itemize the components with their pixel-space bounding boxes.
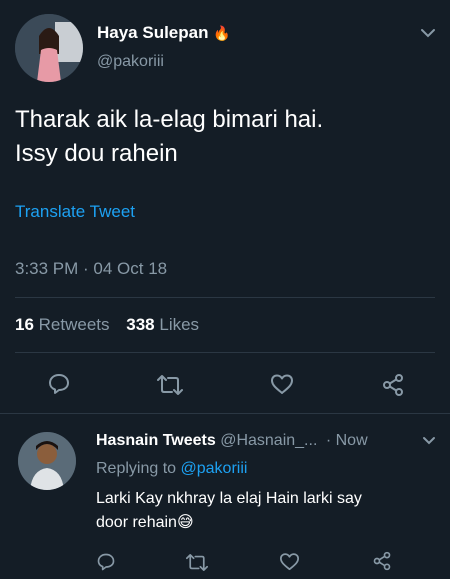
retweets-stat[interactable]: 16 Retweets — [15, 315, 114, 334]
reply-text: Larki Kay nkhray la elaj Hain larki say … — [96, 487, 441, 535]
tweet-text-line-2: Issy dou rahein — [15, 140, 178, 167]
replying-to-handle[interactable]: @pakoriii — [181, 460, 248, 477]
share-icon[interactable] — [381, 373, 405, 397]
reply-author-name[interactable]: Hasnain Tweets — [96, 432, 216, 449]
reply-time: · Now — [325, 432, 368, 449]
fire-emoji: 🔥 — [213, 25, 231, 41]
replying-to: Replying to @pakoriii — [96, 460, 247, 478]
reply-author-handle[interactable]: @Hasnain_... — [220, 432, 317, 449]
reply-text-line-2: door rehain — [96, 514, 177, 531]
divider-timestamp — [15, 297, 435, 298]
reply-reply-icon[interactable] — [96, 552, 116, 572]
like-icon[interactable] — [270, 373, 294, 395]
retweet-icon[interactable] — [157, 374, 183, 396]
author-name[interactable]: Haya Sulepan 🔥 — [97, 23, 231, 43]
reply-chevron-down-icon[interactable] — [422, 436, 436, 445]
retweets-count: 16 — [15, 315, 34, 334]
chevron-down-icon[interactable] — [420, 28, 436, 38]
author-handle[interactable]: @pakoriii — [97, 53, 164, 71]
reply-share-icon[interactable] — [372, 551, 392, 571]
retweets-label: Retweets — [38, 315, 110, 334]
reply-icon[interactable] — [47, 372, 71, 396]
tweet-timestamp: 3:33 PM · 04 Oct 18 — [15, 259, 168, 278]
reply-retweet-icon[interactable] — [186, 553, 208, 572]
likes-stat[interactable]: 338 Likes — [126, 315, 199, 334]
tweet-text: Tharak aik la-elag bimari hai. Issy dou … — [15, 103, 323, 171]
tweet-stats: 16 Retweets 338 Likes — [15, 315, 199, 335]
reply-header: Hasnain Tweets @Hasnain_... · Now — [96, 432, 368, 450]
author-name-text[interactable]: Haya Sulepan — [97, 23, 209, 42]
divider-reply — [0, 413, 450, 414]
sweat-smile-emoji: 😅 — [176, 514, 194, 531]
translate-tweet-link[interactable]: Translate Tweet — [15, 202, 135, 222]
reply-text-line-1: Larki Kay nkhray la elaj Hain larki say — [96, 490, 362, 507]
reply-author-avatar[interactable] — [18, 432, 76, 490]
tweet-text-line-1: Tharak aik la-elag bimari hai. — [15, 106, 324, 133]
replying-to-prefix: Replying to — [96, 460, 177, 477]
author-avatar[interactable] — [15, 14, 83, 82]
likes-count: 338 — [126, 315, 155, 334]
divider-stats — [15, 352, 435, 353]
likes-label: Likes — [159, 315, 200, 334]
reply-like-icon[interactable] — [279, 552, 300, 571]
